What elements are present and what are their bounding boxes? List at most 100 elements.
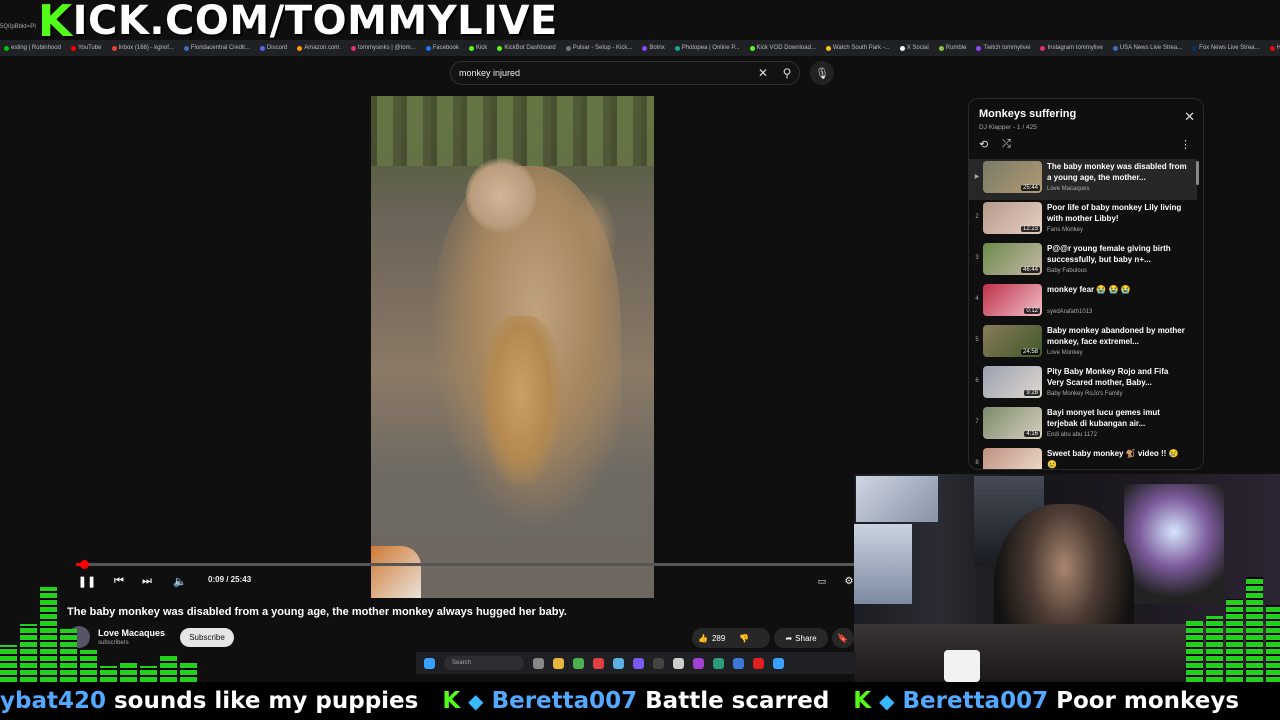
playlist-item-title[interactable]: The baby monkey was disabled from a youn…	[1047, 161, 1187, 183]
playlist-item[interactable]: 5 24:58 Baby monkey abandoned by mother mo…	[969, 323, 1197, 364]
app-icon[interactable]	[593, 657, 604, 669]
bookmark-item[interactable]: Kick VOD Download...	[749, 45, 816, 51]
playlist-thumbnail[interactable]: 25:44	[983, 161, 1042, 193]
bookmark-item[interactable]: Floridacentral Credit...	[183, 45, 250, 51]
chat-message: Poor monkeys	[1056, 688, 1240, 714]
video-time: 0:09 / 25:43	[208, 575, 252, 584]
bookmark-item[interactable]: Rumble	[938, 45, 966, 51]
clear-search-icon[interactable]: ✕	[751, 66, 775, 80]
bookmark-item[interactable]: Instagram tommylive	[1040, 45, 1103, 51]
app-icon[interactable]	[673, 657, 684, 669]
close-playlist-icon[interactable]: ✕	[1184, 109, 1195, 125]
playlist-item-index: 6	[975, 378, 979, 384]
bookmark-favicon-icon	[350, 45, 356, 51]
playlist-item-title[interactable]: Bayi monyet lucu gemes imut terjebak di …	[1047, 407, 1187, 429]
bookmark-item[interactable]: Inbox (168) - kgnof...	[111, 45, 174, 51]
equalizer-bar	[80, 650, 97, 682]
playlist-item[interactable]: 85:41Sweet baby monkey 🐒 video !! 😢 😢Jun…	[969, 446, 1197, 469]
bookmark-item[interactable]: Pulsar - Setup - Kick...	[565, 45, 632, 51]
playlist-item-title[interactable]: Sweet baby monkey 🐒 video !! 😢 😢	[1047, 448, 1187, 469]
video-progress-bar[interactable]	[76, 560, 856, 569]
equalizer-bar	[20, 624, 37, 682]
bookmark-item[interactable]: X Social	[899, 45, 929, 51]
bookmark-item[interactable]: Home - Netflix	[1269, 45, 1280, 51]
playlist-item-channel: Endi abu abu 1172	[1047, 432, 1097, 438]
loop-icon[interactable]: ⟲	[979, 138, 988, 151]
bookmark-item[interactable]: USA News Live Strea...	[1112, 45, 1182, 51]
playlist-item[interactable]: 6 9:28 Pity Baby Monkey Rojo and Fifa Very…	[969, 364, 1197, 405]
shuffle-icon[interactable]: ⤮	[1002, 138, 1011, 151]
playlist-item-title[interactable]: Poor life of baby monkey Lily living wit…	[1047, 202, 1187, 224]
bookmark-item[interactable]: Discord	[259, 45, 287, 51]
bookmark-favicon-icon	[468, 45, 474, 51]
playlist-thumbnail[interactable]: 9:28	[983, 366, 1042, 398]
taskbar-search[interactable]: Search	[444, 656, 524, 670]
share-button[interactable]: ➦ Share	[774, 628, 828, 648]
microphone-icon[interactable]: 🎙	[810, 61, 834, 85]
app-icon[interactable]	[753, 657, 764, 669]
search-input[interactable]: monkey injured	[459, 68, 751, 78]
search-box[interactable]: monkey injured ✕ ⚲	[450, 61, 800, 85]
like-dislike-group[interactable]: 👍 289 👎	[692, 628, 770, 648]
brand-url: ICK.COM/TOMMYLIVE	[72, 0, 558, 44]
playlist-thumbnail[interactable]: 0:12	[983, 284, 1042, 316]
playlist-item-title[interactable]: P@@r young female giving birth successfu…	[1047, 243, 1187, 265]
playlist-item-title[interactable]: Baby monkey abandoned by mother monkey, …	[1047, 325, 1187, 347]
bookmark-item[interactable]: Botrix	[642, 45, 665, 51]
playlist-thumbnail[interactable]: 12:23	[983, 202, 1042, 234]
bookmark-item[interactable]: Amazon.com.	[297, 45, 341, 51]
playlist-item[interactable]: 7 4:16 Bayi monyet lucu gemes imut terjeba…	[969, 405, 1197, 446]
app-icon[interactable]	[713, 657, 724, 669]
bookmark-favicon-icon	[642, 45, 648, 51]
app-icon[interactable]	[693, 657, 704, 669]
playlist-item[interactable]: 3 46:44 P@@r young female giving birth suc…	[969, 241, 1197, 282]
chat-username: Beretta007	[902, 688, 1049, 714]
bookmark-label: Watch South Park -...	[832, 45, 890, 51]
bookmark-item[interactable]: Facebook	[425, 45, 459, 51]
bookmark-item[interactable]: Kick	[468, 45, 487, 51]
playlist-thumbnail[interactable]: 5:41	[983, 448, 1042, 469]
webcam-monitor	[854, 524, 912, 604]
windows-start-icon[interactable]	[424, 657, 435, 669]
playlist-item[interactable]: 2 12:23 Poor life of baby monkey Lily livi…	[969, 200, 1197, 241]
bookmark-item[interactable]: Watch South Park -...	[825, 45, 890, 51]
bookmark-item[interactable]: Photopea | Online P...	[674, 45, 740, 51]
bookmark-item[interactable]: YouTube	[70, 45, 102, 51]
save-bookmark-icon[interactable]: 🔖	[832, 628, 854, 648]
search-icon[interactable]: ⚲	[775, 66, 799, 80]
app-icon[interactable]	[733, 657, 744, 669]
thumbs-down-icon[interactable]: 👎	[739, 634, 749, 643]
file-explorer-icon[interactable]	[553, 657, 564, 669]
playlist-item[interactable]: ▶ 25:44 The baby monkey was disabled from …	[969, 159, 1197, 200]
captions-icon[interactable]: ▭	[815, 573, 829, 589]
audio-equalizer-right	[1186, 577, 1280, 682]
video-background-trees	[371, 96, 654, 166]
more-options-icon[interactable]: ⋮	[1180, 138, 1191, 151]
browser-tab-fragment: 5Q0pBbkt=PI	[0, 24, 36, 30]
playlist-thumbnail[interactable]: 24:58	[983, 325, 1042, 357]
playlist-scrollbar[interactable]	[1196, 161, 1199, 185]
bookmark-label: X Social	[906, 45, 929, 51]
bookmark-item[interactable]: Fox News Live Strea...	[1192, 45, 1260, 51]
video-duration: 9:28	[1024, 390, 1040, 396]
bookmark-item[interactable]: KickBot Dashboard	[497, 45, 556, 51]
playlist-item-title[interactable]: monkey fear 😭 😭 😭	[1047, 284, 1187, 295]
bookmark-label: Kick VOD Download...	[756, 45, 816, 51]
app-icon[interactable]	[633, 657, 644, 669]
bookmark-favicon-icon	[1040, 45, 1046, 51]
playlist-title[interactable]: Monkeys suffering	[979, 108, 1076, 120]
app-icon[interactable]	[773, 657, 784, 669]
video-player[interactable]	[371, 96, 654, 598]
app-icon[interactable]	[613, 657, 624, 669]
bookmark-item[interactable]: tommysinks | @tom...	[350, 45, 416, 51]
playlist-item[interactable]: 4 0:12 monkey fear 😭 😭 😭 syedArafath1013	[969, 282, 1197, 323]
progress-scrubber[interactable]	[79, 560, 89, 569]
playlist-thumbnail[interactable]: 46:44	[983, 243, 1042, 275]
app-icon[interactable]	[653, 657, 664, 669]
task-view-icon[interactable]	[533, 657, 544, 669]
chrome-icon[interactable]	[573, 657, 584, 669]
playlist-item-title[interactable]: Pity Baby Monkey Rojo and Fifa Very Scar…	[1047, 366, 1187, 388]
thumbs-up-icon[interactable]: 👍	[698, 634, 708, 643]
playlist-thumbnail[interactable]: 4:16	[983, 407, 1042, 439]
bookmark-item[interactable]: Twitch tommylivei	[976, 45, 1030, 51]
